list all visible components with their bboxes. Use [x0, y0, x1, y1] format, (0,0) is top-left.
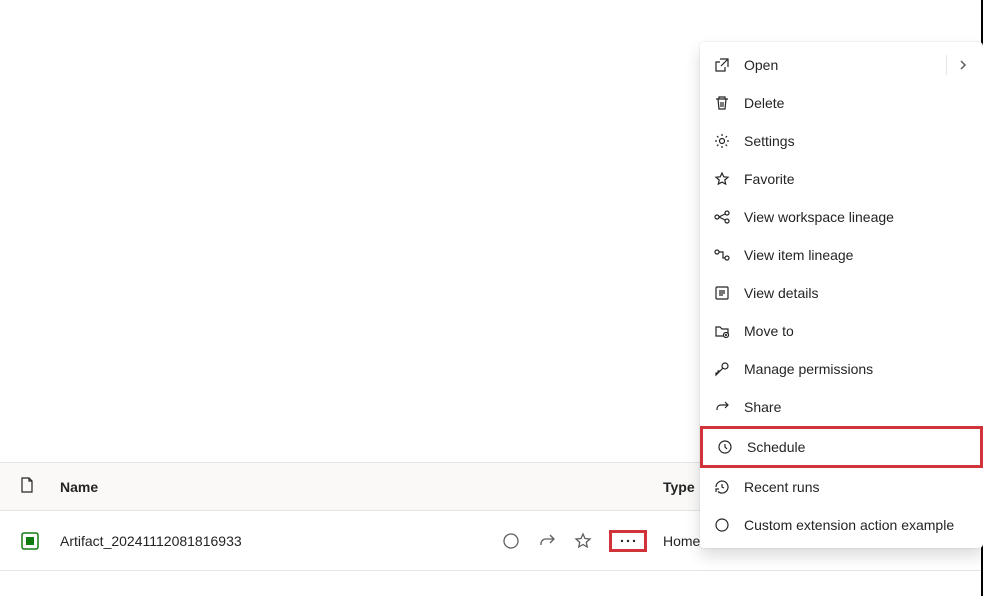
moveto-icon	[712, 321, 732, 341]
context-menu: Open Delete Settings	[700, 42, 983, 548]
menu-label: View item lineage	[744, 247, 971, 263]
settings-icon	[712, 131, 732, 151]
menu-permissions[interactable]: Manage permissions	[700, 350, 983, 388]
row-actions	[501, 530, 647, 552]
share-icon	[712, 397, 732, 417]
recent-icon	[712, 477, 732, 497]
document-icon	[20, 477, 34, 496]
favorite-icon	[712, 169, 732, 189]
item-name[interactable]: Artifact_20241112081816933	[60, 533, 501, 549]
menu-label: View workspace lineage	[744, 209, 971, 225]
menu-view-details[interactable]: View details	[700, 274, 983, 312]
menu-label: View details	[744, 285, 971, 301]
custom-icon	[712, 515, 732, 535]
lineage-workspace-icon	[712, 207, 732, 227]
menu-label: Custom extension action example	[744, 517, 971, 533]
radio-icon[interactable]	[501, 531, 521, 551]
menu-recent-runs[interactable]: Recent runs	[700, 468, 983, 506]
menu-share[interactable]: Share	[700, 388, 983, 426]
menu-favorite[interactable]: Favorite	[700, 160, 983, 198]
menu-divider	[946, 55, 947, 75]
menu-delete[interactable]: Delete	[700, 84, 983, 122]
lineage-item-icon	[712, 245, 732, 265]
menu-open[interactable]: Open	[700, 46, 983, 84]
menu-schedule[interactable]: Schedule	[700, 426, 983, 468]
artifact-icon	[20, 531, 40, 551]
details-icon	[712, 283, 732, 303]
menu-label: Schedule	[747, 439, 968, 455]
menu-workspace-lineage[interactable]: View workspace lineage	[700, 198, 983, 236]
menu-label: Open	[744, 57, 946, 73]
menu-label: Manage permissions	[744, 361, 971, 377]
menu-settings[interactable]: Settings	[700, 122, 983, 160]
delete-icon	[712, 93, 732, 113]
menu-item-lineage[interactable]: View item lineage	[700, 236, 983, 274]
star-icon[interactable]	[573, 531, 593, 551]
share-row-icon[interactable]	[537, 531, 557, 551]
more-options-button[interactable]	[609, 530, 647, 552]
menu-label: Recent runs	[744, 479, 971, 495]
schedule-icon	[715, 437, 735, 457]
menu-label: Move to	[744, 323, 971, 339]
menu-label: Delete	[744, 95, 971, 111]
menu-label: Share	[744, 399, 971, 415]
chevron-right-icon	[955, 57, 971, 73]
menu-move-to[interactable]: Move to	[700, 312, 983, 350]
open-icon	[712, 55, 732, 75]
menu-custom-extension[interactable]: Custom extension action example	[700, 506, 983, 544]
menu-label: Settings	[744, 133, 971, 149]
menu-label: Favorite	[744, 171, 971, 187]
permissions-icon	[712, 359, 732, 379]
column-header-name[interactable]: Name	[60, 479, 663, 495]
